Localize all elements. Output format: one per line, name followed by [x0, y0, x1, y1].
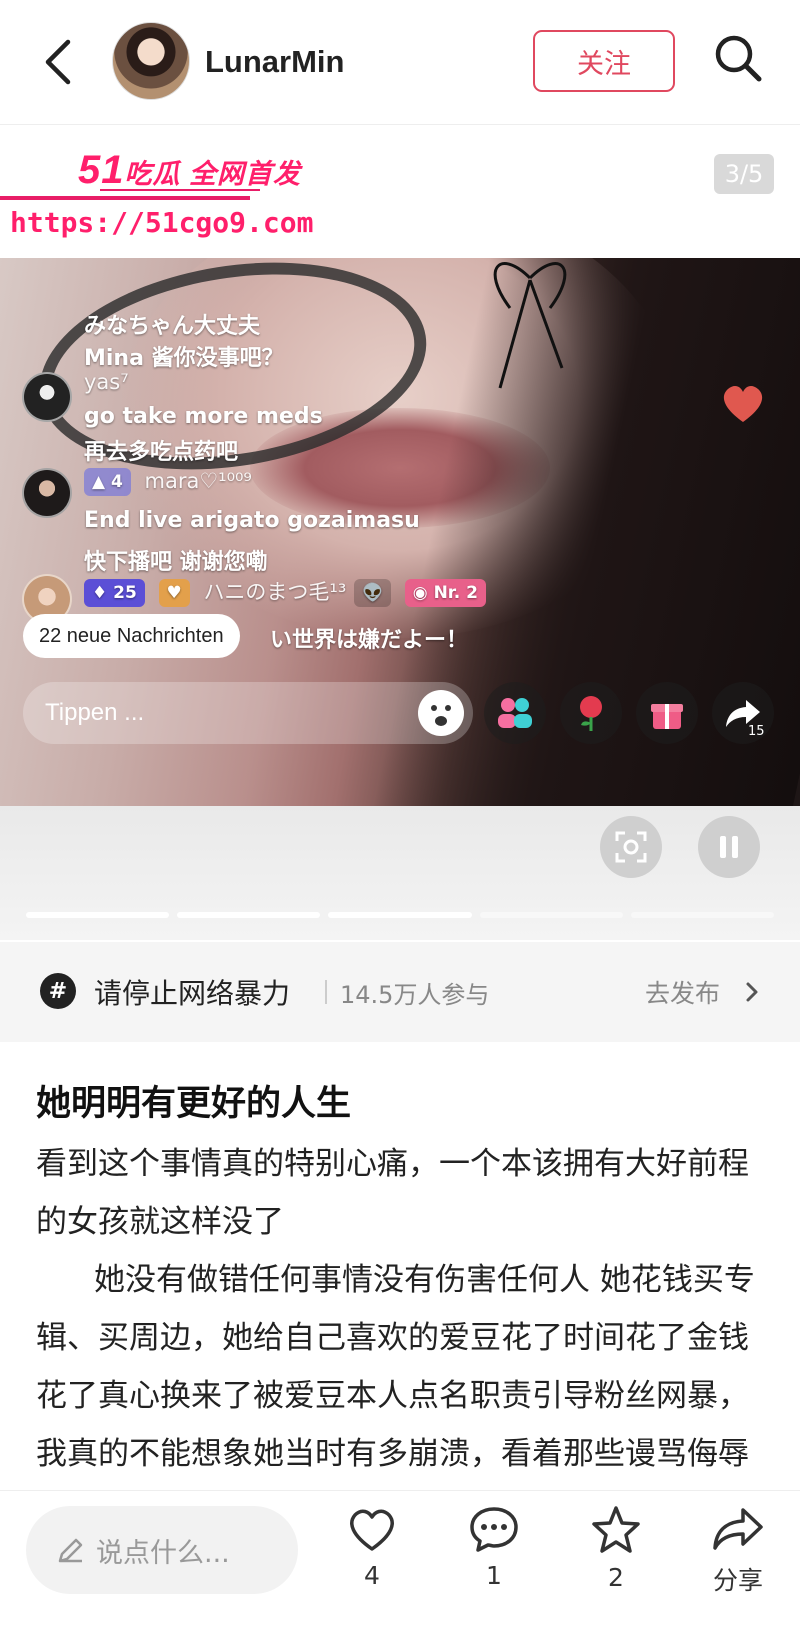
- progress-segment: [177, 912, 321, 918]
- share-count: 15: [748, 724, 765, 739]
- chat-message: い世界は嫌だよー！: [270, 628, 469, 653]
- post-body: 看到这个事情真的特别心痛，一个本该拥有大好前程的女孩就这样没了 她没有做错任何事…: [36, 1135, 766, 1491]
- level-badge: ▲ 4: [84, 468, 131, 496]
- chevron-right-icon[interactable]: [740, 978, 764, 1006]
- gift-icon[interactable]: [636, 682, 698, 744]
- like-count: 4: [364, 1561, 380, 1590]
- chat-avatar: [22, 468, 72, 518]
- comment-count: 1: [486, 1561, 502, 1590]
- comment-input[interactable]: 说点什么...: [26, 1506, 298, 1594]
- topic-publish-link[interactable]: 去发布: [645, 974, 720, 1010]
- hashtag-icon: #: [40, 973, 76, 1009]
- diamond-badge: ♦ 25: [84, 579, 145, 607]
- post-paragraph: 看到这个事情真的特别心痛，一个本该拥有大好前程的女孩就这样没了: [36, 1146, 749, 1240]
- share-arrow-icon[interactable]: [712, 682, 774, 744]
- rank-badge-label: Nr. 2: [433, 583, 478, 603]
- watermark-text: 吃瓜 全网首发: [124, 159, 302, 189]
- chat-message: End live arigato gozaimasu: [84, 508, 420, 533]
- live-chat-input[interactable]: Tippen ...: [23, 682, 473, 744]
- progress-segment: [328, 912, 472, 918]
- scan-icon[interactable]: [600, 816, 662, 878]
- chat-message: 快下播吧 谢谢您嘞: [84, 550, 268, 575]
- search-icon[interactable]: [710, 30, 766, 86]
- watermark-url: https://51cgo9.com: [10, 206, 314, 239]
- rank-badge: ◉ Nr. 2: [404, 579, 486, 607]
- comment-placeholder: 说点什么...: [96, 1537, 230, 1569]
- chat-avatar: [22, 372, 72, 422]
- watermark-number: 51: [78, 148, 125, 192]
- chat-message: 再去多吃点药吧: [84, 440, 239, 465]
- share-button[interactable]: 分享: [693, 1505, 783, 1615]
- floating-heart-icon: [718, 378, 768, 428]
- alien-emoji-icon: 👽: [353, 579, 392, 607]
- media-carousel[interactable]: 51吃瓜 全网首发 https://51cgo9.com 3/5 みなちゃん大丈…: [0, 126, 800, 940]
- chat-message: Mina 酱你没事吧？: [84, 346, 284, 371]
- like-button[interactable]: 4: [327, 1505, 417, 1615]
- users-icon[interactable]: [484, 682, 546, 744]
- topic-participants: 14.5万人参与: [340, 981, 490, 1009]
- chat-message: go take more meds: [84, 404, 323, 429]
- pencil-icon: [58, 1538, 83, 1563]
- heart-badge-icon: ♥: [158, 579, 190, 607]
- bottom-action-bar: 说点什么... 4 1 2 分享: [0, 1490, 800, 1627]
- favorite-button[interactable]: 2: [571, 1505, 661, 1615]
- post-image[interactable]: みなちゃん大丈夫 Mina 酱你没事吧？ yas⁷ go take more m…: [0, 258, 800, 806]
- heart-icon: [350, 1509, 394, 1551]
- progress-segment: [479, 912, 623, 918]
- topic-name: 请停止网络暴力: [94, 977, 291, 1010]
- new-messages-pill[interactable]: 22 neue Nachrichten: [23, 614, 240, 658]
- avatar[interactable]: [112, 22, 190, 100]
- watermark-title: 51吃瓜 全网首发: [78, 148, 301, 193]
- progress-segment: [630, 912, 774, 918]
- media-controls: [0, 806, 800, 940]
- chat-username: ハニのまつ毛¹³: [203, 580, 347, 604]
- share-icon: [713, 1508, 763, 1550]
- chat-message: みなちゃん大丈夫: [84, 314, 261, 339]
- post-title: 她明明有更好的人生: [36, 1084, 352, 1124]
- chat-user-row: ▲ 4 mara♡¹⁰⁰⁹: [84, 468, 252, 496]
- favorite-count: 2: [608, 1563, 624, 1592]
- progress-segment: [26, 912, 170, 918]
- page-counter: 3/5: [714, 154, 774, 194]
- level-badge-count: 4: [111, 472, 123, 492]
- follow-button[interactable]: 关注: [533, 30, 675, 92]
- username[interactable]: LunarMin: [205, 44, 345, 80]
- comment-icon: [470, 1507, 518, 1552]
- comment-button[interactable]: 1: [449, 1505, 539, 1615]
- watermark-line: [0, 196, 250, 200]
- pause-icon[interactable]: [698, 816, 760, 878]
- share-label: 分享: [712, 1566, 763, 1595]
- chat-user-row: ♦ 25 ♥ ハニのまつ毛¹³ 👽 ◉ Nr. 2: [84, 576, 492, 607]
- star-icon: [592, 1506, 640, 1553]
- emoji-icon[interactable]: [418, 690, 464, 736]
- media-top-strip: 51吃瓜 全网首发 https://51cgo9.com 3/5: [0, 126, 800, 258]
- top-bar: LunarMin 关注: [0, 0, 800, 125]
- chat-username: yas⁷: [84, 370, 129, 394]
- back-icon[interactable]: [36, 34, 84, 90]
- chat-username: mara♡¹⁰⁰⁹: [144, 469, 252, 493]
- diamond-badge-count: 25: [113, 583, 137, 603]
- topic-divider: [325, 980, 327, 1004]
- topic-bar[interactable]: # 请停止网络暴力 14.5万人参与 去发布: [0, 942, 800, 1042]
- rose-gift-icon[interactable]: [560, 682, 622, 744]
- post-paragraph: 她没有做错任何事情没有伤害任何人 她花钱买专辑、买周边，她给自己喜欢的爱豆花了时…: [36, 1262, 755, 1472]
